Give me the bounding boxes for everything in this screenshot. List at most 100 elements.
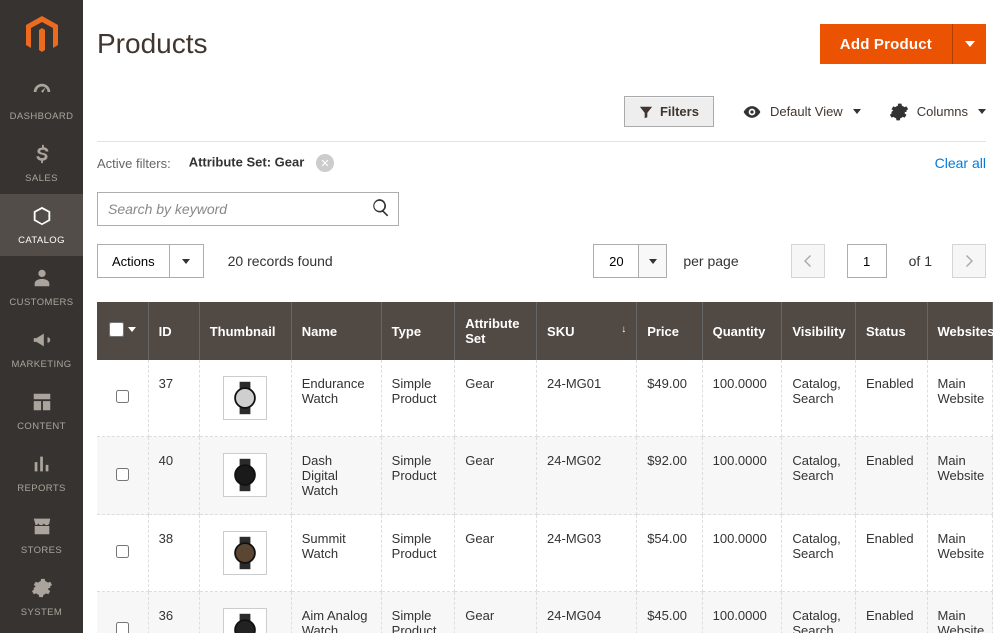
page-size-dropdown-toggle[interactable] — [639, 244, 667, 278]
cell-status: Enabled — [855, 515, 927, 592]
default-view-label: Default View — [770, 104, 843, 119]
cell-websites: Main Website — [927, 592, 993, 633]
cell-type: Simple Product — [381, 592, 455, 633]
active-filters-label: Active filters: — [97, 156, 171, 171]
cell-price: $92.00 — [637, 437, 702, 515]
product-thumbnail[interactable] — [223, 608, 267, 633]
col-header-websites[interactable]: Websites — [927, 302, 993, 360]
cell-attr-set: Gear — [455, 592, 537, 633]
cell-sku: 24-MG03 — [537, 515, 637, 592]
prev-page-button[interactable] — [791, 244, 825, 278]
cell-websites: Main Website — [927, 437, 993, 515]
cell-type: Simple Product — [381, 437, 455, 515]
actions-dropdown: Actions — [97, 244, 204, 278]
products-grid: ID Thumbnail Name Type Attribute Set SKU… — [97, 302, 1000, 633]
current-page-input[interactable] — [847, 244, 887, 278]
col-header-status[interactable]: Status — [855, 302, 927, 360]
sidebar-item-label: SYSTEM — [2, 607, 81, 618]
product-thumbnail[interactable] — [223, 376, 267, 420]
sort-desc-icon: ↓ — [621, 324, 626, 335]
admin-sidebar: DASHBOARDSALES CATALOG CUSTOMERS MARKETING C… — [0, 0, 83, 633]
sidebar-item-catalog[interactable]: CATALOG — [0, 194, 83, 256]
col-header-visibility[interactable]: Visibility — [782, 302, 856, 360]
search-button[interactable] — [371, 198, 391, 221]
col-header-quantity[interactable]: Quantity — [702, 302, 782, 360]
actions-dropdown-toggle[interactable] — [170, 244, 204, 278]
row-checkbox[interactable] — [116, 390, 129, 403]
columns-selector[interactable]: Columns — [889, 102, 986, 122]
col-header-sku[interactable]: SKU↓ — [537, 302, 637, 360]
cell-visibility: Catalog, Search — [782, 592, 856, 633]
sidebar-item-content[interactable]: CONTENT — [0, 380, 83, 442]
bars-icon — [2, 453, 81, 478]
cell-thumbnail — [199, 437, 291, 515]
cell-name: Dash Digital Watch — [291, 437, 381, 515]
table-row[interactable]: 38Summit WatchSimple ProductGear24-MG03$… — [97, 515, 993, 592]
table-row[interactable]: 40Dash Digital WatchSimple ProductGear24… — [97, 437, 993, 515]
sidebar-item-system[interactable]: SYSTEM — [0, 566, 83, 628]
select-all-checkbox[interactable] — [109, 322, 124, 337]
col-header-price[interactable]: Price — [637, 302, 702, 360]
row-checkbox[interactable] — [116, 545, 129, 558]
cell-qty: 100.0000 — [702, 592, 782, 633]
cell-websites: Main Website — [927, 360, 993, 437]
cell-sku: 24-MG04 — [537, 592, 637, 633]
page-size-input[interactable] — [593, 244, 639, 278]
sidebar-item-marketing[interactable]: MARKETING — [0, 318, 83, 380]
sidebar-item-stores[interactable]: STORES — [0, 504, 83, 566]
cell-thumbnail — [199, 360, 291, 437]
actions-button[interactable]: Actions — [97, 244, 170, 278]
search-input[interactable] — [97, 192, 399, 226]
sidebar-item-sales[interactable]: SALES — [0, 132, 83, 194]
cell-visibility: Catalog, Search — [782, 437, 856, 515]
product-thumbnail[interactable] — [223, 531, 267, 575]
filters-button[interactable]: Filters — [624, 96, 714, 127]
col-header-name[interactable]: Name — [291, 302, 381, 360]
col-header-type[interactable]: Type — [381, 302, 455, 360]
cell-status: Enabled — [855, 592, 927, 633]
sidebar-item-label: CONTENT — [2, 421, 81, 432]
cell-price: $49.00 — [637, 360, 702, 437]
funnel-icon — [639, 105, 653, 119]
default-view-selector[interactable]: Default View — [742, 102, 861, 122]
table-row[interactable]: 37Endurance WatchSimple ProductGear24-MG… — [97, 360, 993, 437]
cell-id: 40 — [148, 437, 199, 515]
table-row[interactable]: 36Aim Analog WatchSimple ProductGear24-M… — [97, 592, 993, 633]
chevron-down-icon — [965, 41, 975, 47]
sidebar-item-customers[interactable]: CUSTOMERS — [0, 256, 83, 318]
row-checkbox[interactable] — [116, 622, 129, 633]
add-product-button[interactable]: Add Product — [820, 24, 952, 64]
sidebar-item-dashboard[interactable]: DASHBOARD — [0, 70, 83, 132]
add-product-dropdown-toggle[interactable] — [952, 24, 986, 64]
col-header-id[interactable]: ID — [148, 302, 199, 360]
col-header-select[interactable] — [97, 302, 148, 360]
cell-type: Simple Product — [381, 360, 455, 437]
cell-name: Endurance Watch — [291, 360, 381, 437]
magento-logo[interactable] — [0, 0, 83, 70]
next-page-button[interactable] — [952, 244, 986, 278]
cell-id: 37 — [148, 360, 199, 437]
col-header-thumbnail[interactable]: Thumbnail — [199, 302, 291, 360]
add-product-split-button: Add Product — [820, 24, 986, 64]
product-thumbnail[interactable] — [223, 453, 267, 497]
clear-all-filters-link[interactable]: Clear all — [935, 155, 986, 171]
page-header: Products Add Product — [83, 0, 1000, 72]
cell-visibility: Catalog, Search — [782, 515, 856, 592]
row-checkbox[interactable] — [116, 468, 129, 481]
sidebar-item-reports[interactable]: REPORTS — [0, 442, 83, 504]
sidebar-item-label: CATALOG — [2, 235, 81, 246]
cell-name: Aim Analog Watch — [291, 592, 381, 633]
search-icon — [371, 198, 391, 218]
person-icon — [2, 267, 81, 292]
megaphone-icon — [2, 329, 81, 354]
search-bar — [97, 192, 986, 226]
cell-attr-set: Gear — [455, 360, 537, 437]
sidebar-item-label: MARKETING — [2, 359, 81, 370]
gear-icon — [2, 577, 81, 602]
cube-icon — [2, 205, 81, 230]
remove-filter-button[interactable]: ✕ — [316, 154, 334, 172]
cell-type: Simple Product — [381, 515, 455, 592]
chevron-right-icon — [964, 255, 974, 267]
chevron-left-icon — [803, 255, 813, 267]
col-header-attrset[interactable]: Attribute Set — [455, 302, 537, 360]
